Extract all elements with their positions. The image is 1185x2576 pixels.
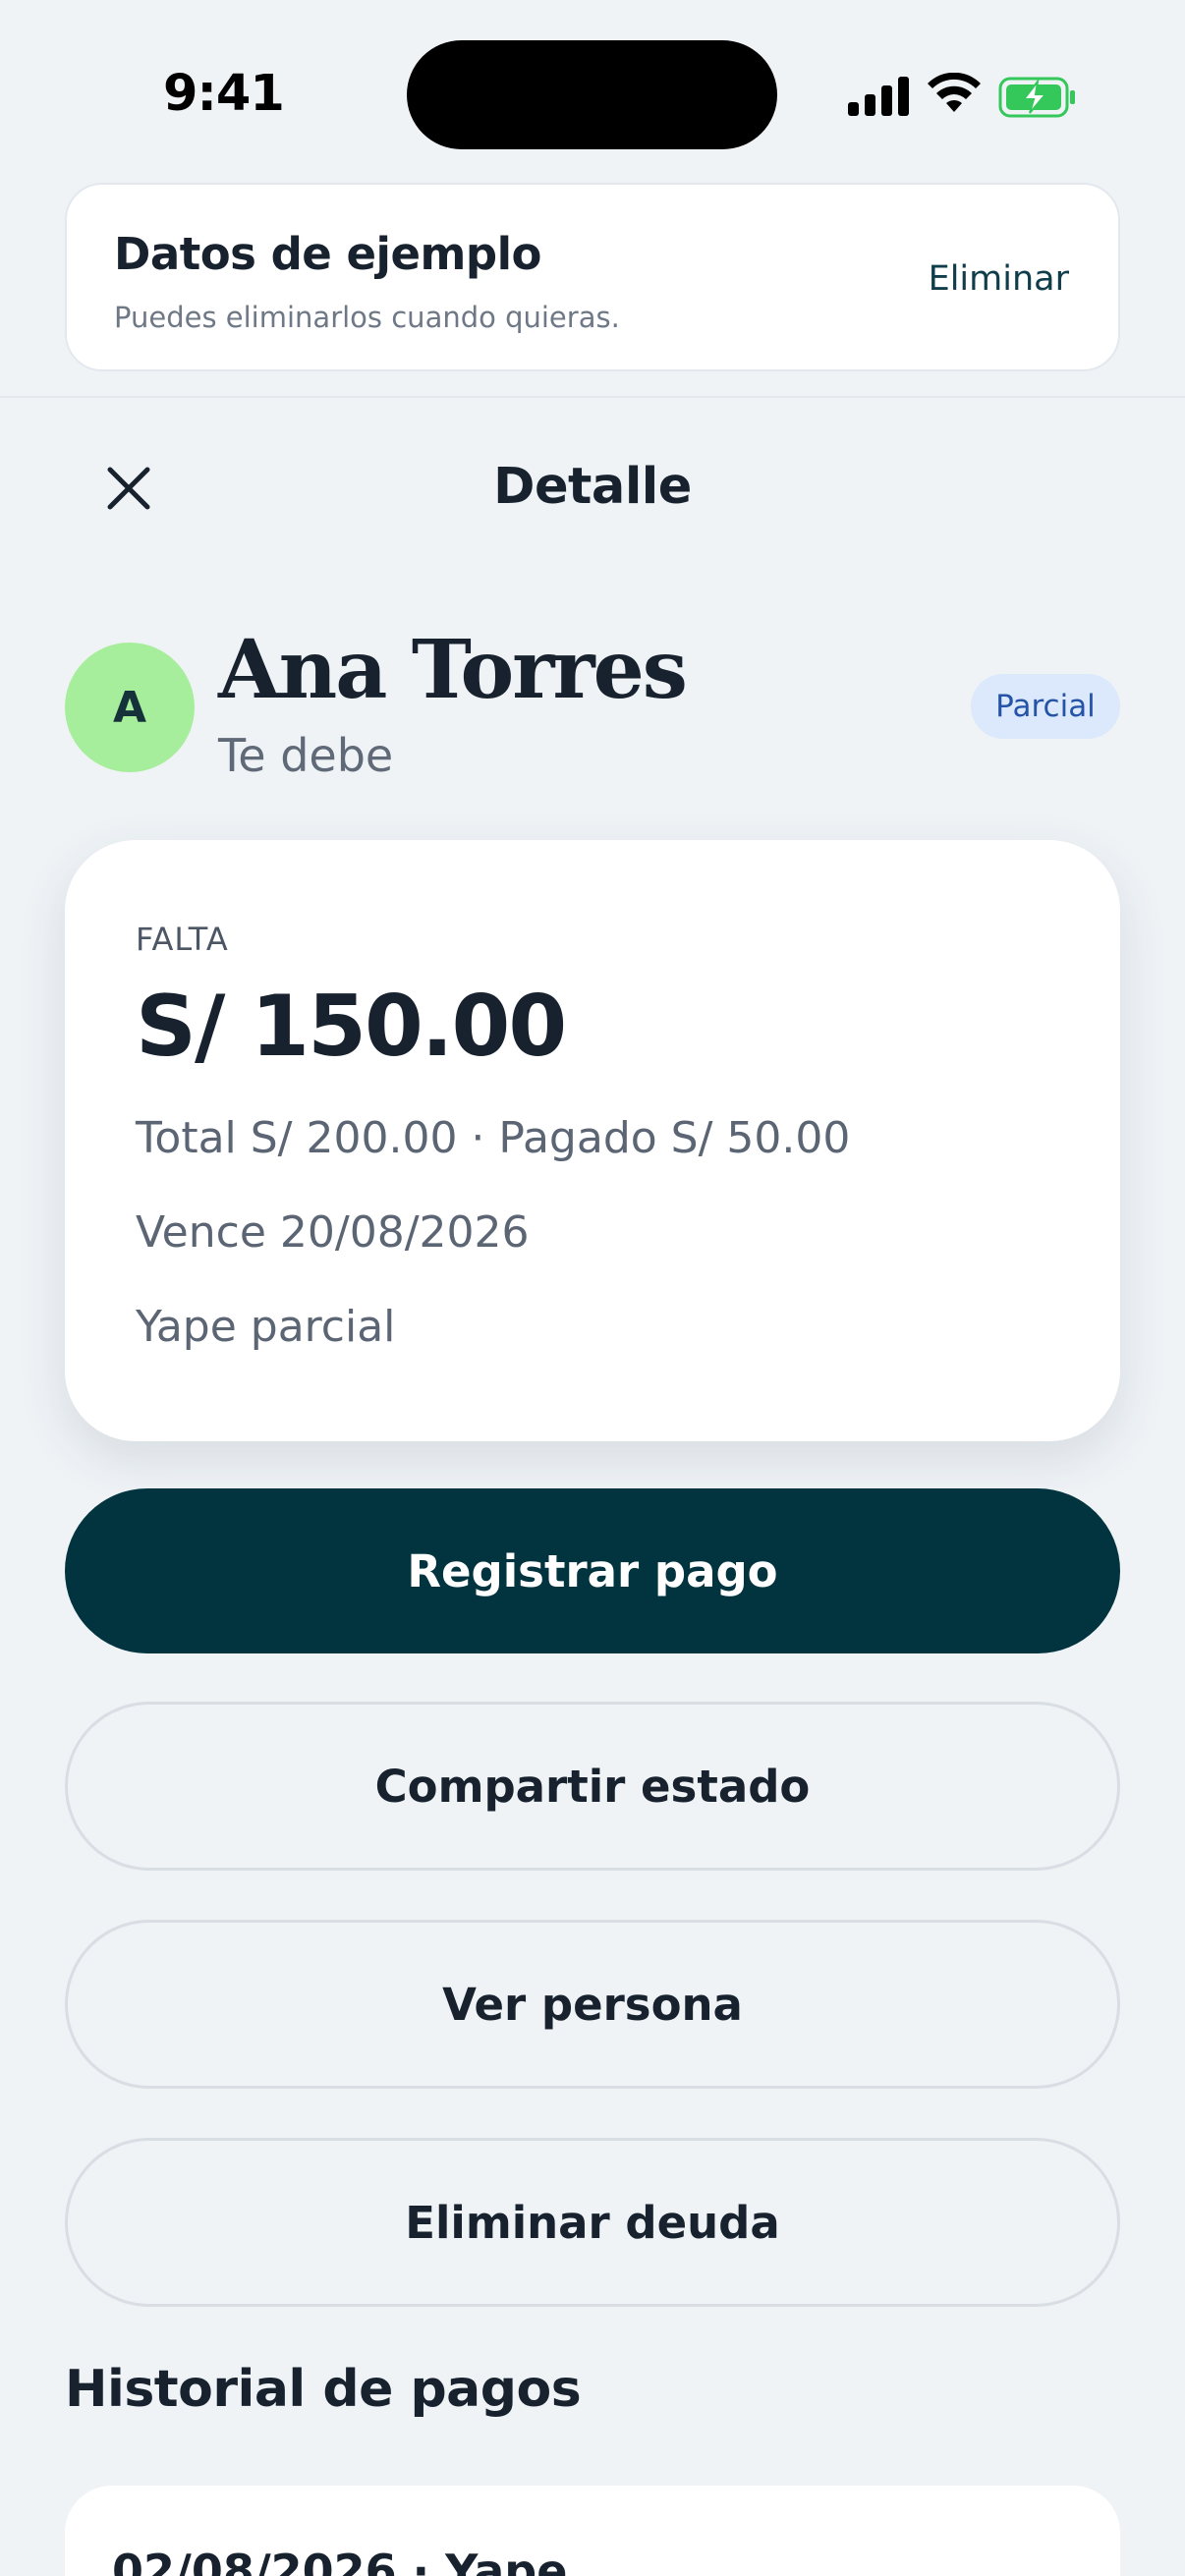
totals-text: Total S/ 200.00 · Pagado S/ 50.00 — [136, 1113, 851, 1163]
view-person-button[interactable]: Ver persona — [65, 1920, 1120, 2089]
banner-subtitle: Puedes eliminarlos cuando quieras. — [114, 301, 620, 334]
status-time: 9:41 — [163, 65, 285, 123]
list-item[interactable]: 02/08/2026 · Yape — [65, 2486, 1120, 2576]
share-status-button[interactable]: Compartir estado — [65, 1702, 1120, 1871]
remaining-label: FALTA — [136, 921, 229, 958]
cellular-signal-icon — [848, 77, 909, 116]
register-payment-button[interactable]: Registrar pago — [65, 1488, 1120, 1653]
debt-detail-screen: 9:41 Datos de ejemplo Puedes eliminarlos… — [0, 0, 1185, 2576]
payment-history-title: Historial de pagos — [65, 2360, 582, 2419]
due-date-text: Vence 20/08/2026 — [136, 1207, 530, 1258]
status-badge: Parcial — [971, 674, 1120, 739]
status-bar: 9:41 — [0, 0, 1185, 187]
delete-sample-data-button[interactable]: Eliminar — [929, 259, 1069, 299]
avatar: A — [65, 643, 195, 772]
page-title: Detalle — [493, 458, 692, 516]
person-name: Ana Torres — [218, 623, 688, 717]
delete-debt-button[interactable]: Eliminar deuda — [65, 2138, 1120, 2307]
battery-charging-icon — [998, 77, 1075, 118]
payment-entry-label: 02/08/2026 · Yape — [112, 2545, 568, 2576]
debt-summary-card: FALTA S/ 150.00 Total S/ 200.00 · Pagado… — [65, 840, 1120, 1441]
remaining-amount: S/ 150.00 — [136, 978, 567, 1076]
debt-note: Yape parcial — [136, 1302, 396, 1352]
wifi-icon — [928, 73, 981, 112]
dynamic-island — [407, 40, 777, 149]
header-divider — [0, 396, 1185, 398]
debt-direction: Te debe — [218, 729, 394, 782]
sample-data-banner: Datos de ejemplo Puedes eliminarlos cuan… — [65, 183, 1120, 371]
banner-title: Datos de ejemplo — [114, 228, 541, 280]
